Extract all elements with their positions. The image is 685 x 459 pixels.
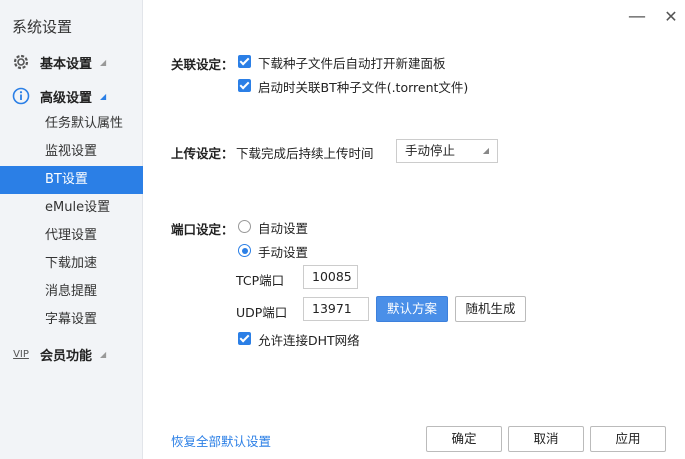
dropdown-triangle-icon: ◢: [482, 146, 489, 155]
auto-open-panel-checkbox[interactable]: [238, 55, 251, 68]
info-icon: [12, 87, 30, 105]
port-label: 端口设定：: [171, 222, 234, 237]
sidebar-item-proxy[interactable]: 代理设置: [0, 222, 143, 250]
dht-checkbox[interactable]: [238, 332, 251, 345]
collapse-triangle-icon: ◢: [100, 349, 107, 359]
apply-button[interactable]: 应用: [590, 426, 666, 452]
sidebar-category-label: 高级设置: [40, 90, 93, 106]
close-icon[interactable]: ✕: [662, 8, 680, 26]
dht-label: 允许连接DHT网络: [258, 333, 360, 348]
sidebar-item-notifications[interactable]: 消息提醒: [0, 278, 143, 306]
udp-port-label: UDP端口: [236, 305, 288, 320]
sidebar-category-label: 基本设置: [40, 56, 93, 72]
cancel-button[interactable]: 取消: [508, 426, 584, 452]
random-generate-button[interactable]: 随机生成: [455, 296, 526, 322]
sidebar-category-advanced[interactable]: 高级设置 ◢: [0, 82, 143, 110]
sidebar-title: 系统设置: [12, 18, 73, 36]
auto-open-panel-label: 下载种子文件后自动打开新建面板: [258, 56, 446, 71]
collapse-triangle-icon: ◢: [100, 57, 107, 67]
udp-port-input[interactable]: 13971: [303, 297, 369, 321]
sidebar-category-basic[interactable]: 基本设置 ◢: [0, 48, 143, 76]
vip-icon: VIP: [13, 348, 29, 360]
sidebar-category-vip[interactable]: VIP 会员功能 ◢: [0, 340, 143, 368]
sidebar-item-acceleration[interactable]: 下载加速: [0, 250, 143, 278]
associate-torrent-label: 启动时关联BT种子文件(.torrent文件): [258, 80, 469, 95]
sidebar-item-bt[interactable]: BT设置: [0, 166, 143, 194]
restore-defaults-link[interactable]: 恢复全部默认设置: [171, 431, 271, 450]
tcp-port-label: TCP端口: [236, 273, 285, 288]
expand-triangle-icon: ◢: [100, 91, 107, 101]
default-scheme-button[interactable]: 默认方案: [376, 296, 448, 322]
tcp-port-input[interactable]: 10085: [303, 265, 358, 289]
auto-port-label: 自动设置: [258, 221, 309, 236]
sidebar-item-emule[interactable]: eMule设置: [0, 194, 143, 222]
auto-port-radio[interactable]: [238, 220, 251, 233]
sidebar: 系统设置 基本设置 ◢ 高级设置 ◢ 任务默认属性 监视设置 BT设置 eMul…: [0, 0, 143, 459]
upload-description: 下载完成后持续上传时间: [236, 146, 374, 161]
sidebar-category-label: 会员功能: [40, 348, 93, 364]
sidebar-item-monitor[interactable]: 监视设置: [0, 138, 143, 166]
ok-button[interactable]: 确定: [426, 426, 502, 452]
manual-port-radio[interactable]: [238, 244, 251, 257]
sidebar-item-task-defaults[interactable]: 任务默认属性: [0, 110, 143, 138]
minimize-icon[interactable]: —: [628, 8, 646, 26]
upload-label: 上传设定：: [171, 146, 234, 161]
upload-duration-select[interactable]: 手动停止 ◢: [396, 139, 498, 163]
gear-icon: [12, 53, 30, 71]
association-label: 关联设定：: [171, 57, 234, 72]
associate-torrent-checkbox[interactable]: [238, 79, 251, 92]
upload-duration-value: 手动停止: [405, 143, 456, 158]
sidebar-item-subtitles[interactable]: 字幕设置: [0, 306, 143, 334]
manual-port-label: 手动设置: [258, 245, 309, 260]
